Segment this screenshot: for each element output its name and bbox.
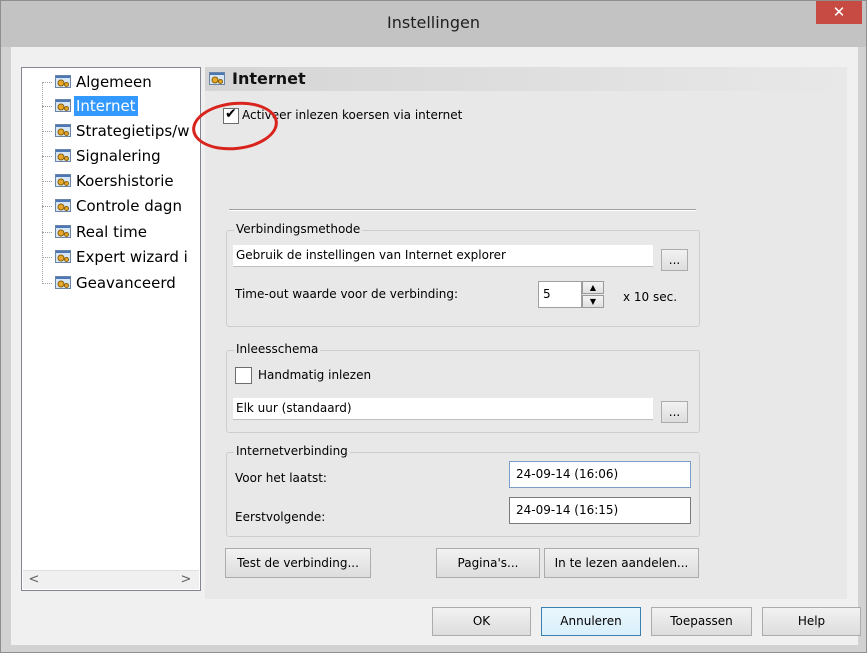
ok-button[interactable]: OK <box>432 607 531 636</box>
settings-gears-icon <box>55 199 71 212</box>
scroll-left-arrow-icon[interactable]: < <box>25 571 43 589</box>
connection-method-browse-button[interactable]: ... <box>661 249 688 271</box>
tree-branch <box>42 131 52 132</box>
timeout-spinner[interactable]: ▲ ▼ <box>582 281 604 308</box>
connection-method-field[interactable]: Gebruik de instellingen van Internet exp… <box>233 245 653 267</box>
close-button[interactable]: ✕ <box>816 1 862 24</box>
panel-title: Internet <box>232 69 306 88</box>
settings-gears-icon <box>55 75 71 88</box>
tree-branch <box>42 206 52 207</box>
manual-read-label[interactable]: Handmatig inlezen <box>258 368 371 382</box>
title-bar[interactable]: Instellingen ✕ <box>1 1 866 47</box>
stocks-to-read-button[interactable]: In te lezen aandelen... <box>544 548 699 578</box>
tree-branch <box>42 181 52 182</box>
next-connection-value: 24-09-14 (16:15) <box>509 497 691 524</box>
timeout-input[interactable]: 5 <box>538 281 582 308</box>
tree-item-label: Expert wizard i <box>76 248 188 266</box>
settings-gears-icon <box>55 149 71 162</box>
tree-branch <box>42 156 52 157</box>
group-title: Internetverbinding <box>234 444 350 458</box>
category-tree[interactable]: Algemeen Internet Strategietips/w Signal… <box>21 67 201 591</box>
help-button[interactable]: Help <box>762 607 861 636</box>
settings-gears-icon <box>55 174 71 187</box>
tree-item-label: Controle dagn <box>76 197 182 215</box>
tree-item-label: Strategietips/w <box>76 122 190 140</box>
next-connection-label: Eerstvolgende: <box>235 510 326 524</box>
tree-branch <box>42 232 52 233</box>
group-title: Verbindingsmethode <box>234 222 363 236</box>
settings-gears-icon <box>55 99 71 112</box>
settings-gears-icon <box>209 72 225 85</box>
test-connection-button[interactable]: Test de verbinding... <box>225 548 371 578</box>
spin-up-icon[interactable]: ▲ <box>582 281 604 294</box>
timeout-label: Time-out waarde voor de verbinding: <box>235 287 458 301</box>
last-connection-label: Voor het laatst: <box>235 471 327 485</box>
panel-header: Internet <box>205 67 847 91</box>
read-schedule-field[interactable]: Elk uur (standaard) <box>233 398 653 420</box>
tree-connector-line <box>42 82 43 284</box>
scroll-right-arrow-icon[interactable]: > <box>177 571 195 589</box>
timeout-unit-label: x 10 sec. <box>623 290 678 304</box>
tree-item-label: Koershistorie <box>76 172 174 190</box>
settings-gears-icon <box>55 124 71 137</box>
tree-branch <box>42 283 52 284</box>
read-schedule-browse-button[interactable]: ... <box>661 401 688 423</box>
window-title: Instellingen <box>387 13 480 32</box>
tree-item-label: Algemeen <box>76 73 152 91</box>
last-connection-value: 24-09-14 (16:06) <box>509 461 691 488</box>
tree-item-label: Real time <box>76 223 147 241</box>
pages-button[interactable]: Pagina's... <box>436 548 540 578</box>
tree-item-label: Signalering <box>76 147 161 165</box>
spin-down-icon[interactable]: ▼ <box>582 295 604 308</box>
separator <box>229 209 696 211</box>
settings-gears-icon <box>55 276 71 289</box>
settings-dialog: Instellingen ✕ Algemeen Internet Strateg… <box>0 0 867 653</box>
tree-branch <box>42 106 52 107</box>
cancel-button[interactable]: Annuleren <box>541 607 641 636</box>
tree-horizontal-scrollbar[interactable]: < > <box>23 570 199 589</box>
group-title: Inleesschema <box>234 342 321 356</box>
manual-read-checkbox[interactable] <box>235 367 252 384</box>
tree-branch <box>42 82 52 83</box>
tree-branch <box>42 257 52 258</box>
read-schedule-group: Inleesschema <box>226 342 700 433</box>
tree-item-label: Geavanceerd <box>76 274 176 292</box>
settings-gears-icon <box>55 250 71 263</box>
apply-button[interactable]: Toepassen <box>651 607 752 636</box>
settings-gears-icon <box>55 225 71 238</box>
tree-item-label: Internet <box>74 96 138 116</box>
